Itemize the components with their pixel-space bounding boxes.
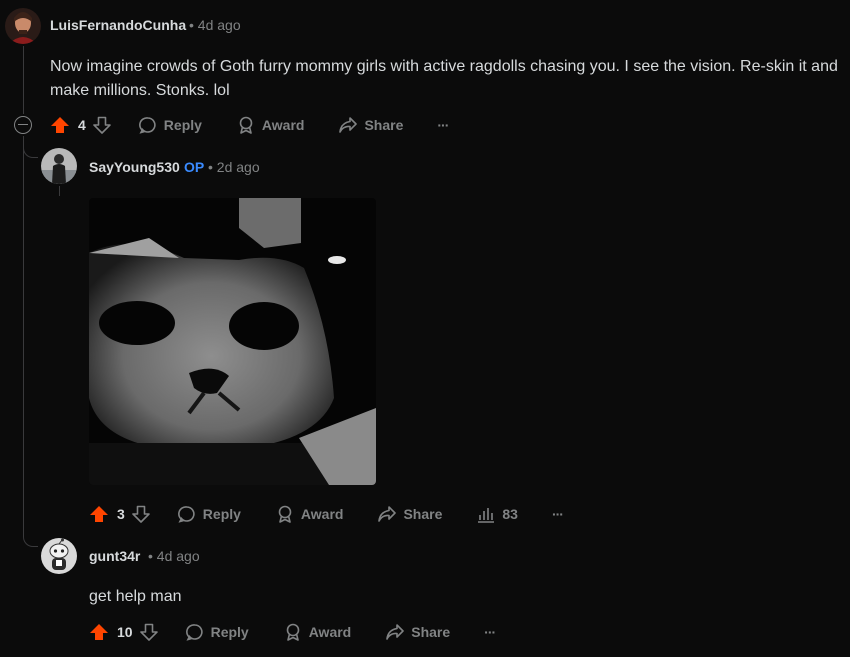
share-label: Share <box>364 117 404 133</box>
cat-face-image-icon <box>89 198 376 485</box>
views-count: 83 <box>502 506 518 522</box>
reply-label: Reply <box>202 506 241 522</box>
avatar-snoo-icon <box>41 538 77 574</box>
insights-button[interactable]: 83 <box>476 504 518 524</box>
vote-count: 10 <box>117 624 133 640</box>
thread-connector-2 <box>23 532 38 547</box>
avatar[interactable] <box>5 8 41 44</box>
share-button[interactable]: Share <box>338 115 403 135</box>
award-label: Award <box>300 506 344 522</box>
downvote-button[interactable] <box>139 622 159 642</box>
op-badge: OP <box>184 159 205 175</box>
upvote-arrow-icon <box>90 506 108 522</box>
more-options-button[interactable]: ··· <box>551 506 564 522</box>
username[interactable]: LuisFernandoCunha <box>50 17 186 33</box>
upvote-button[interactable] <box>89 622 109 642</box>
reply-button[interactable]: Reply <box>138 115 202 135</box>
comment-actions: 3 Reply Award Share 83 ··· <box>89 501 564 527</box>
upvote-arrow-icon <box>51 117 69 133</box>
award-button[interactable]: Award <box>236 115 305 135</box>
share-arrow-icon <box>378 506 397 522</box>
vote-count: 3 <box>117 506 125 522</box>
award-label: Award <box>308 624 352 640</box>
reply-bubble-icon <box>177 506 195 523</box>
downvote-arrow-icon <box>92 116 111 134</box>
upvote-button[interactable] <box>50 115 70 135</box>
reply-button[interactable]: Reply <box>185 622 249 642</box>
avatar[interactable] <box>41 148 77 184</box>
award-icon <box>278 505 292 523</box>
vote-count: 4 <box>78 117 86 133</box>
reply-bubble-icon <box>138 117 156 134</box>
share-button[interactable]: Share <box>377 504 442 524</box>
downvote-arrow-icon <box>139 623 158 641</box>
more-options-icon: ··· <box>484 624 496 640</box>
award-button[interactable]: Award <box>283 622 352 642</box>
username[interactable]: gunt34r <box>89 548 140 564</box>
timestamp[interactable]: • 2d ago <box>208 159 260 175</box>
downvote-button[interactable] <box>131 504 151 524</box>
award-label: Award <box>261 117 305 133</box>
share-label: Share <box>403 506 443 522</box>
reply-label: Reply <box>210 624 249 640</box>
collapse-thread-button[interactable] <box>14 116 32 134</box>
avatar-person-icon <box>41 148 77 184</box>
avatar[interactable] <box>41 538 77 574</box>
thread-line-nested[interactable] <box>59 186 60 196</box>
timestamp[interactable]: • 4d ago <box>189 17 241 33</box>
more-options-icon: ··· <box>551 506 564 522</box>
comment-actions: 4 Reply Award Share ··· <box>50 112 449 138</box>
comment-body: Now imagine crowds of Goth furry mommy g… <box>50 58 838 99</box>
thread-line-root[interactable] <box>23 46 24 114</box>
comment-actions: 10 Reply Award Share ··· <box>89 619 496 645</box>
avatar-portrait-icon <box>5 8 41 44</box>
thread-line-root-lower[interactable] <box>23 136 24 536</box>
reply-bubble-icon <box>185 624 203 641</box>
share-button[interactable]: Share <box>385 622 450 642</box>
more-options-icon: ··· <box>437 117 449 133</box>
share-label: Share <box>411 624 451 640</box>
username[interactable]: SayYoung530 <box>89 159 180 175</box>
reply-label: Reply <box>163 117 202 133</box>
comment-image[interactable] <box>89 198 376 485</box>
upvote-button[interactable] <box>89 504 109 524</box>
timestamp[interactable]: • 4d ago <box>148 548 200 564</box>
reply-button[interactable]: Reply <box>177 504 241 524</box>
more-options-button[interactable]: ··· <box>484 624 496 640</box>
more-options-button[interactable]: ··· <box>437 117 449 133</box>
thread-connector-1 <box>23 143 38 158</box>
award-button[interactable]: Award <box>275 504 344 524</box>
downvote-button[interactable] <box>92 115 112 135</box>
award-icon <box>286 623 300 641</box>
share-arrow-icon <box>386 624 405 640</box>
award-icon <box>239 116 253 134</box>
downvote-arrow-icon <box>131 505 150 523</box>
upvote-arrow-icon <box>90 624 108 640</box>
share-arrow-icon <box>339 117 358 133</box>
bar-chart-icon <box>478 508 495 523</box>
comment-body: get help man <box>89 588 182 605</box>
